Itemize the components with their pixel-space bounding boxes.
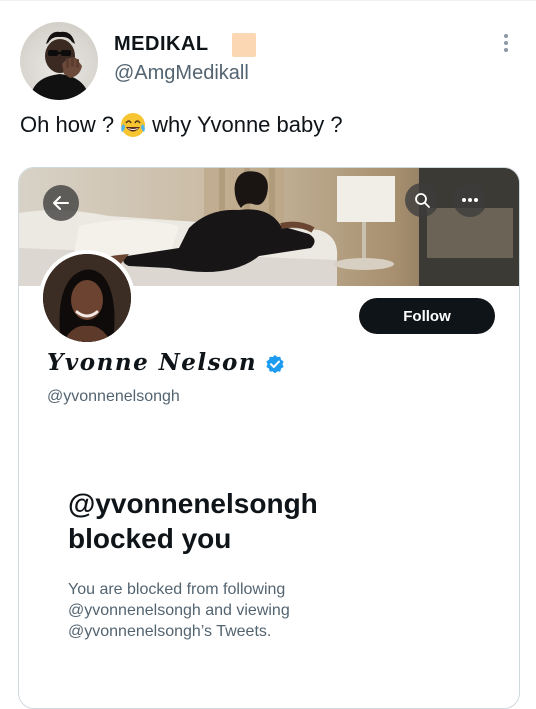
profile-display-name-text: Yvonne Nelson xyxy=(47,349,258,376)
profile-avatar[interactable] xyxy=(39,250,135,346)
blocked-desc-line1: You are blocked from following xyxy=(68,581,286,598)
author-name[interactable]: MEDIKAL xyxy=(114,33,209,56)
follow-button[interactable]: Follow xyxy=(359,298,495,334)
arrow-left-icon xyxy=(53,196,69,210)
name-badge-icon xyxy=(232,33,256,57)
blocked-desc-line3: @yvonnenelsongh’s Tweets. xyxy=(68,623,272,640)
search-button[interactable] xyxy=(405,183,439,217)
more-vertical-icon[interactable] xyxy=(496,30,516,56)
blocked-title: @yvonnenelsongh blocked you xyxy=(68,486,498,556)
blocked-desc-line2: @yvonnenelsongh and viewing xyxy=(68,602,290,619)
verified-badge-icon[interactable] xyxy=(265,353,285,373)
back-button[interactable] xyxy=(43,185,79,221)
tweet-text-part2: why Yvonne baby ? xyxy=(152,112,343,137)
top-divider xyxy=(0,0,536,1)
blocked-description: You are blocked from following @yvonnene… xyxy=(68,579,498,642)
profile-display-name: Yvonne Nelson xyxy=(47,349,285,376)
search-icon xyxy=(415,193,430,208)
profile-handle: @yvonnenelsongh xyxy=(47,388,180,405)
tweet-text: Oh how ? why Yvonne baby ? xyxy=(20,112,343,138)
author-avatar[interactable] xyxy=(20,22,98,100)
tweet-text-part1: Oh how ? xyxy=(20,112,115,137)
blocked-title-line1: @yvonnenelsongh xyxy=(68,488,318,519)
blocked-title-line2: blocked you xyxy=(68,523,232,554)
more-options-button[interactable] xyxy=(453,183,487,217)
more-horizontal-icon xyxy=(462,198,478,202)
author-handle[interactable]: @AmgMedikall xyxy=(114,62,249,85)
embedded-profile-card[interactable]: Follow Yvonne Nelson @yvonnenelsongh @yv… xyxy=(18,167,520,709)
face-with-tears-of-joy-icon xyxy=(120,112,146,138)
